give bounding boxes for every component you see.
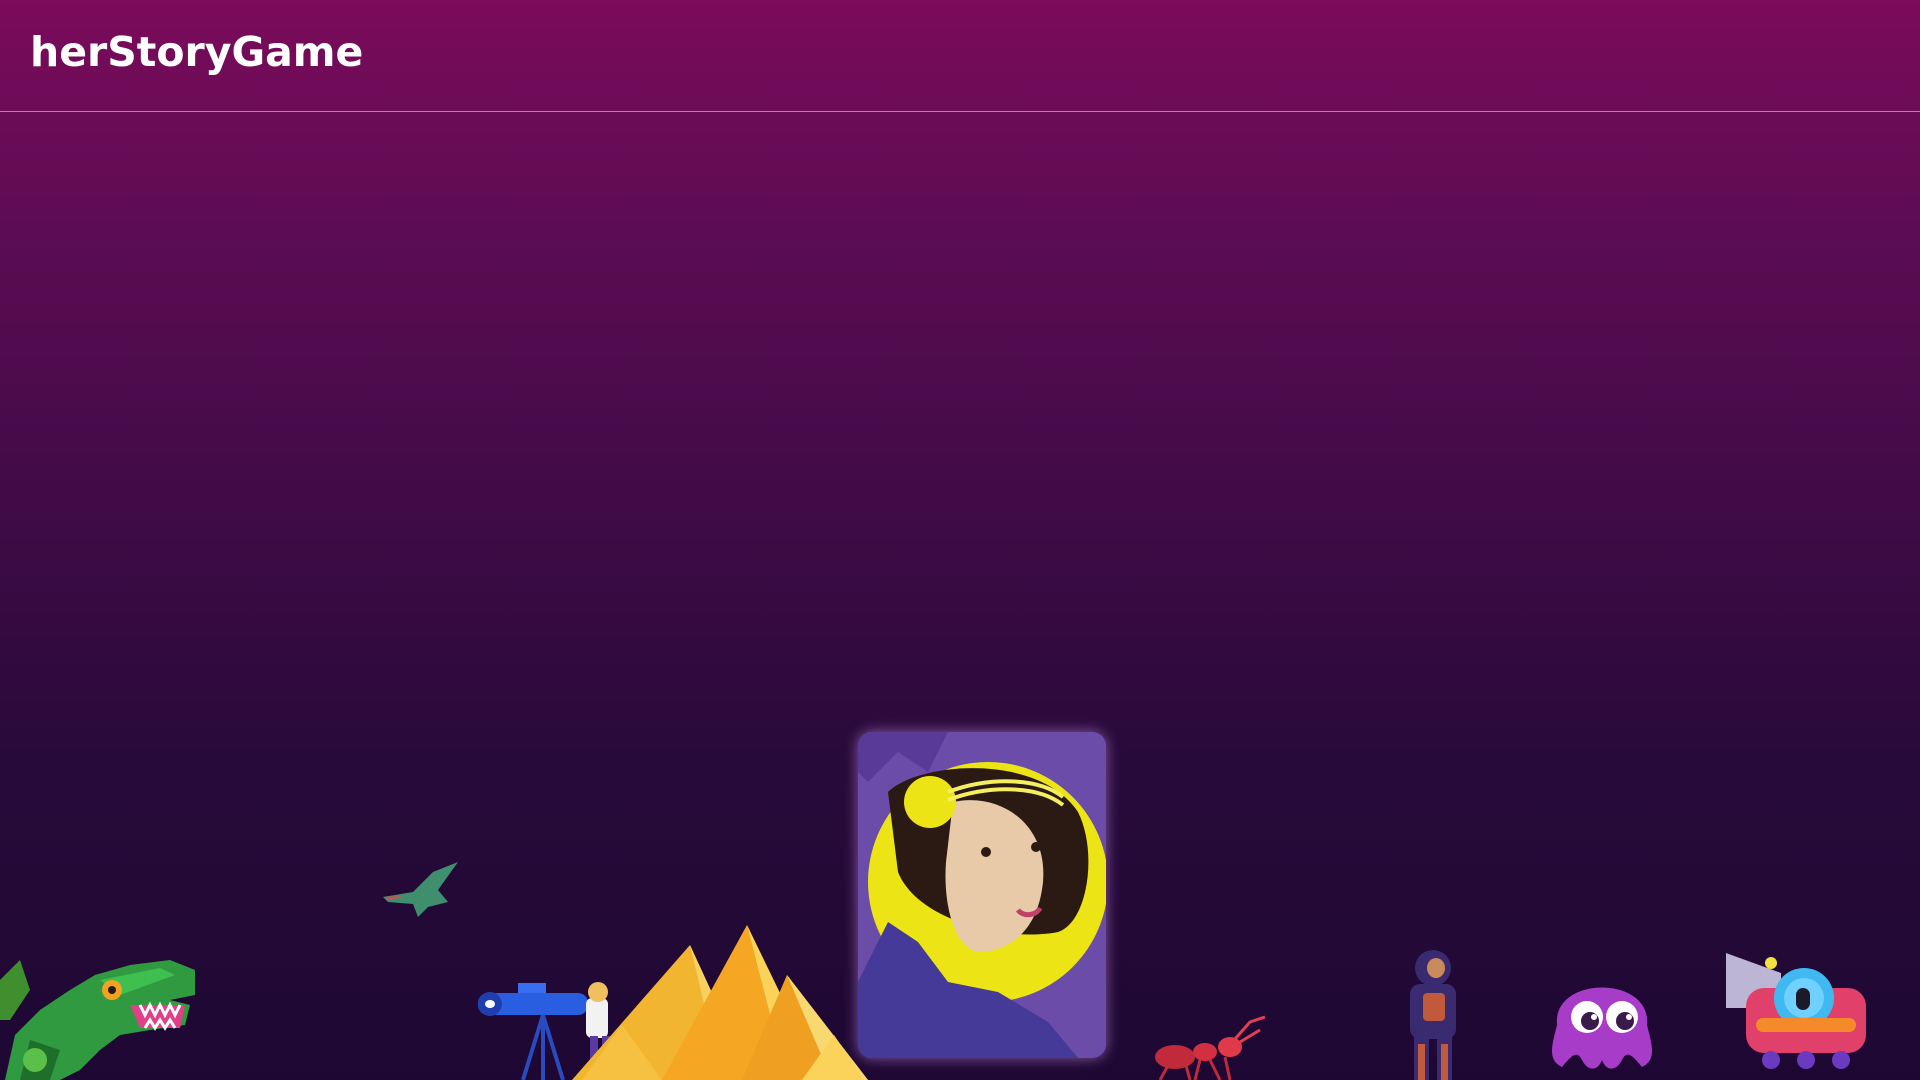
pyramids-sprite[interactable] xyxy=(572,925,868,1080)
dinosaur-sprite[interactable] xyxy=(0,920,200,1080)
astronaut-sprite[interactable] xyxy=(1398,948,1468,1080)
octopus-sprite[interactable] xyxy=(1542,955,1662,1075)
ant-sprite[interactable] xyxy=(1150,1012,1270,1080)
top-bar: herStoryGame xyxy=(0,0,1920,112)
submarine-sprite[interactable] xyxy=(1726,948,1876,1078)
ada-lovelace-portrait-card[interactable] xyxy=(858,732,1106,1058)
game-title: herStoryGame xyxy=(30,28,364,76)
ada-lovelace-portrait-icon xyxy=(858,732,1106,1058)
pterodactyl-sprite[interactable] xyxy=(383,862,463,917)
